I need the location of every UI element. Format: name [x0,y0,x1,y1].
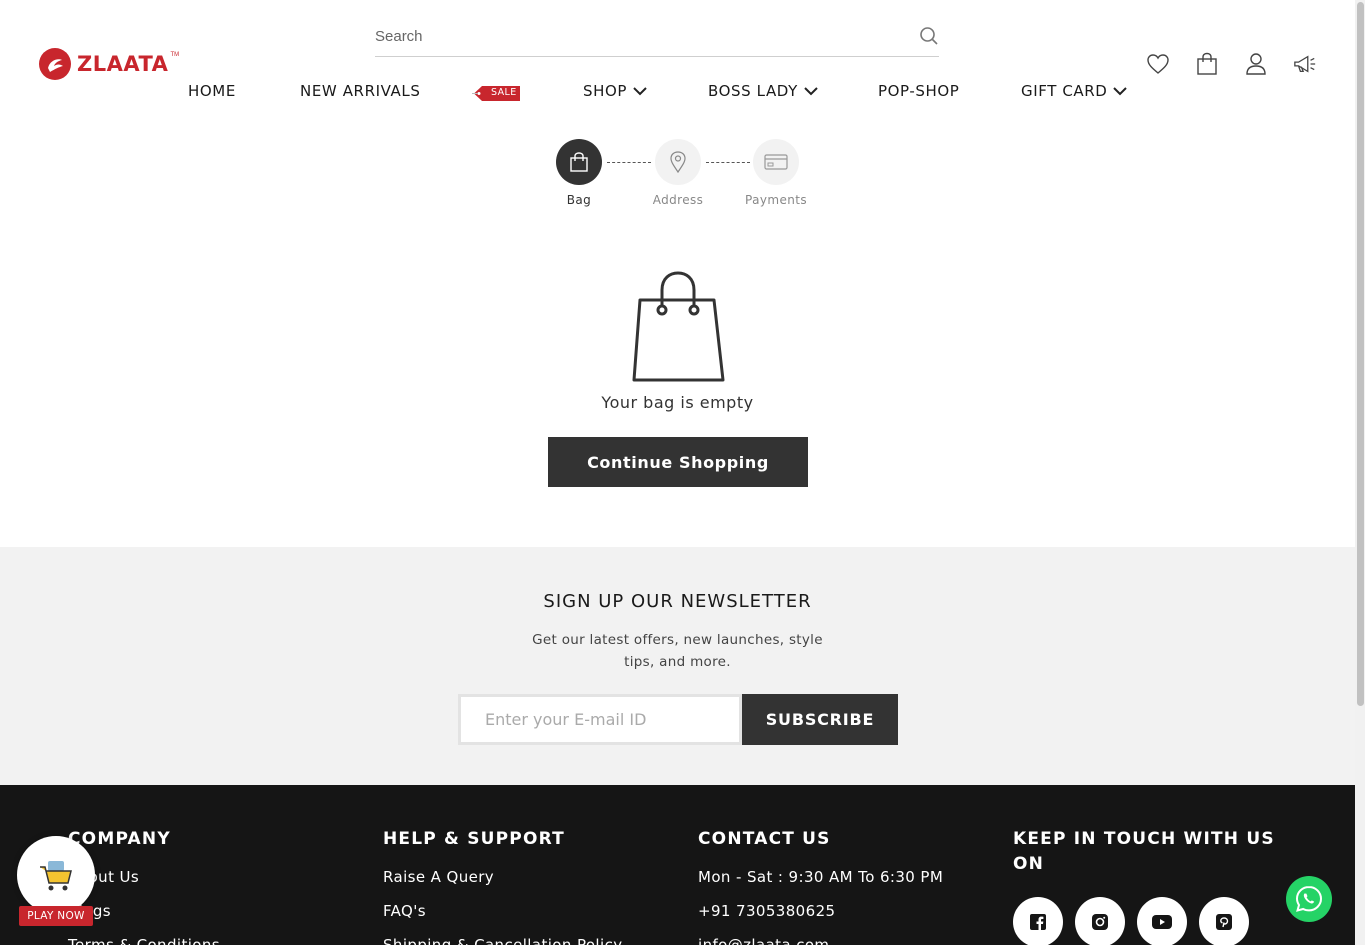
continue-shopping-button[interactable]: Continue Shopping [548,437,808,487]
scrollbar-thumb[interactable] [1357,2,1364,706]
newsletter-description: Get our latest offers, new launches, sty… [532,632,823,670]
step-address-label: Address [652,193,704,207]
footer-social-title: KEEP IN TOUCH WITH US ON [1013,829,1275,874]
page-scrollbar[interactable] [1355,0,1365,945]
sale-badge-label: SALE [491,87,517,98]
instagram-icon[interactable] [1075,897,1125,945]
footer-contact: CONTACT US Mon - Sat : 9:30 AM To 6:30 P… [698,827,943,945]
bag-icon[interactable] [1195,52,1219,76]
footer-help: HELP & SUPPORT Raise A Query FAQ's Shipp… [383,827,623,945]
bag-icon [570,152,588,172]
step-bag-label: Bag [566,193,592,207]
empty-bag-message: Your bag is empty [601,393,754,412]
footer-contact-title: CONTACT US [698,829,831,849]
newsletter-section: SIGN UP OUR NEWSLETTER Get our latest of… [0,547,1355,785]
search-icon[interactable] [919,26,939,51]
checkout-steps: Bag Address Payments [548,139,818,209]
chevron-down-icon [1113,87,1128,96]
chevron-down-icon [804,87,818,96]
brand-trademark: TM [170,52,180,58]
nav-gift-card-label: GIFT CARD [1021,82,1108,100]
chevron-down-icon [633,87,647,96]
card-icon [764,154,788,170]
play-now-widget[interactable]: PLAY NOW [17,836,95,932]
nav-boss-lady-label: BOSS LADY [708,82,798,100]
whatsapp-icon[interactable] [1286,876,1332,922]
footer-link[interactable]: Terms & Conditions [68,936,220,945]
youtube-icon[interactable] [1137,897,1187,945]
nav-item-new-arrivals[interactable]: NEW ARRIVALS [300,82,420,100]
footer-help-title: HELP & SUPPORT [383,829,565,849]
shopping-cart-icon [40,861,72,891]
nav-home-label: HOME [188,82,236,100]
brand-name: ZLAATA [77,52,169,76]
footer-hours: Mon - Sat : 9:30 AM To 6:30 PM [698,868,944,886]
footer-link[interactable]: Raise A Query [383,868,623,902]
footer-phone[interactable]: +91 7305380625 [698,902,943,936]
header-actions [1146,52,1317,76]
newsletter-title: SIGN UP OUR NEWSLETTER [543,591,812,612]
step-address[interactable]: Address [643,139,713,207]
heart-icon[interactable] [1146,52,1170,76]
nav-item-gift-card[interactable]: GIFT CARD [1021,82,1128,100]
footer-link[interactable]: FAQ's [383,902,623,936]
nav-new-arrivals-label: NEW ARRIVALS [300,82,421,100]
empty-bag-icon [630,270,726,389]
step-payments[interactable]: Payments [741,139,811,207]
step-address-circle [655,139,701,185]
play-now-button[interactable]: PLAY NOW [19,906,93,926]
nav-item-boss-lady[interactable]: BOSS LADY [708,82,818,100]
newsletter-email-input[interactable] [458,694,742,745]
footer: COMPANY About Us Blogs Terms & Condition… [0,785,1355,945]
facebook-icon[interactable] [1013,897,1063,945]
nav-item-home[interactable]: HOME [188,82,236,100]
subscribe-button[interactable]: SUBSCRIBE [742,694,898,745]
brand-logo[interactable]: ZLAATA TM [39,48,183,80]
location-pin-icon [670,151,686,174]
search-input[interactable] [375,22,895,50]
step-bag[interactable]: Bag [544,139,614,207]
brand-logo-icon [39,48,71,80]
nav-shop-label: SHOP [583,82,628,100]
nav-item-sale[interactable]: SALE [472,84,522,103]
nav-item-pop-shop[interactable]: POP-SHOP [878,82,959,100]
step-payments-circle [753,139,799,185]
nav-item-shop[interactable]: SHOP [583,82,647,100]
step-payments-label: Payments [745,193,807,207]
footer-link[interactable]: Shipping & Cancellation Policy [383,936,623,945]
play-now-bubble[interactable] [17,836,95,914]
footer-social: KEEP IN TOUCH WITH US ON [1013,827,1283,945]
megaphone-icon[interactable] [1293,52,1317,76]
footer-email[interactable]: info@zlaata.com [698,936,943,945]
user-icon[interactable] [1244,52,1268,76]
pinterest-icon[interactable] [1199,897,1249,945]
social-links [1013,897,1283,945]
search-bar [375,22,939,57]
step-bag-circle [556,139,602,185]
nav-pop-shop-label: POP-SHOP [878,82,960,100]
